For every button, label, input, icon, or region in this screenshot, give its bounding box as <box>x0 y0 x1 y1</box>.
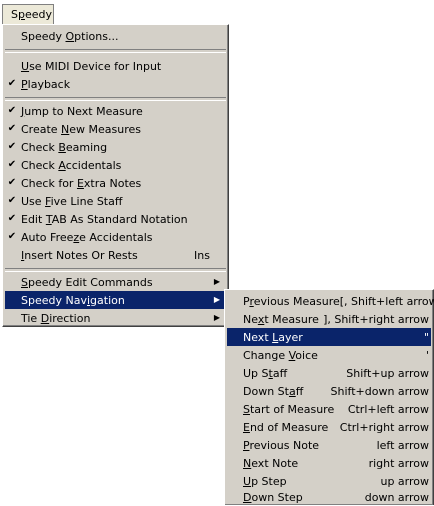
check-icon: ✔ <box>7 78 17 89</box>
check-icon: ✔ <box>7 123 17 134</box>
chevron-right-icon: ▶ <box>213 277 220 286</box>
menu-item-speedy-options[interactable]: Speedy Options... <box>5 27 226 45</box>
shortcut-text: Ctrl+right arrow <box>339 420 429 434</box>
shortcut-text: Shift+down arrow <box>330 384 429 398</box>
menu-item-speedy-edit-commands[interactable]: Speedy Edit Commands ▶ <box>5 273 226 291</box>
check-icon: ✔ <box>7 231 17 242</box>
check-icon: ✔ <box>7 177 17 188</box>
shortcut-text: up arrow <box>380 474 429 488</box>
shortcut-text: ' <box>425 348 429 362</box>
menu-item-speedy-navigation[interactable]: Speedy Navigation ▶ <box>5 291 226 309</box>
menu-item-tie-direction[interactable]: Tie Direction ▶ <box>5 309 226 327</box>
menu-item-auto-freeze-accidentals[interactable]: ✔ Auto Freeze Accidentals <box>5 228 226 246</box>
submenu-item-start-of-measure[interactable]: Start of Measure Ctrl+left arrow <box>227 400 431 418</box>
shortcut-text: " <box>423 330 429 344</box>
shortcut-text: ], Shift+right arrow <box>323 312 429 326</box>
shortcut-text: left arrow <box>376 438 429 452</box>
menu-item-check-beaming[interactable]: ✔ Check Beaming <box>5 138 226 156</box>
shortcut-text: right arrow <box>368 456 429 470</box>
menu-separator <box>5 268 226 272</box>
menu-separator <box>5 97 226 101</box>
check-icon: ✔ <box>7 141 17 152</box>
shortcut-text: down arrow <box>364 490 429 504</box>
shortcut-text: [, Shift+left arrow <box>339 294 434 308</box>
menu-item-create-new-measures[interactable]: ✔ Create New Measures <box>5 120 226 138</box>
menu-separator <box>5 49 226 53</box>
menu-item-use-midi-device[interactable]: Use MIDI Device for Input <box>5 57 226 75</box>
submenu-item-up-staff[interactable]: Up Staff Shift+up arrow <box>227 364 431 382</box>
submenu-item-change-voice[interactable]: Change Voice ' <box>227 346 431 364</box>
submenu-item-end-of-measure[interactable]: End of Measure Ctrl+right arrow <box>227 418 431 436</box>
submenu-item-down-step[interactable]: Down Step down arrow <box>227 488 431 506</box>
menu-item-check-extra-notes[interactable]: ✔ Check for Extra Notes <box>5 174 226 192</box>
check-icon: ✔ <box>7 213 17 224</box>
shortcut-text: Shift+up arrow <box>346 366 429 380</box>
menu-title-mnemonic: p <box>17 8 25 21</box>
submenu-item-down-staff[interactable]: Down Staff Shift+down arrow <box>227 382 431 400</box>
chevron-right-icon: ▶ <box>213 313 220 322</box>
menu-item-jump-to-next-measure[interactable]: ✔ Jump to Next Measure <box>5 102 226 120</box>
menu-item-playback[interactable]: ✔ Playback <box>5 75 226 93</box>
submenu-item-next-note[interactable]: Next Note right arrow <box>227 454 431 472</box>
speedy-navigation-submenu: Previous Measure [, Shift+left arrow Nex… <box>224 289 434 505</box>
submenu-item-next-layer[interactable]: Next Layer " <box>227 328 431 346</box>
menu-title-post: eedy <box>24 8 52 21</box>
menu-item-check-accidentals[interactable]: ✔ Check Accidentals <box>5 156 226 174</box>
shortcut-text: Ctrl+left arrow <box>347 402 429 416</box>
menu-title-pre: S <box>11 8 18 21</box>
check-icon: ✔ <box>7 105 17 116</box>
menu-title-speedy[interactable]: Sp eedy <box>2 4 54 24</box>
menu-item-insert-notes-or-rests[interactable]: Insert Notes Or Rests Ins <box>5 246 226 264</box>
submenu-item-next-measure[interactable]: Next Measure ], Shift+right arrow <box>227 310 431 328</box>
speedy-menu: Speedy Options... Use MIDI Device for In… <box>2 24 229 327</box>
submenu-item-previous-note[interactable]: Previous Note left arrow <box>227 436 431 454</box>
shortcut-text: Ins <box>194 248 210 262</box>
check-icon: ✔ <box>7 195 17 206</box>
menu-item-use-five-line-staff[interactable]: ✔ Use Five Line Staff <box>5 192 226 210</box>
menu-item-edit-tab-standard[interactable]: ✔ Edit TAB As Standard Notation <box>5 210 226 228</box>
chevron-right-icon: ▶ <box>213 295 220 304</box>
check-icon: ✔ <box>7 159 17 170</box>
submenu-item-previous-measure[interactable]: Previous Measure [, Shift+left arrow <box>227 292 434 310</box>
